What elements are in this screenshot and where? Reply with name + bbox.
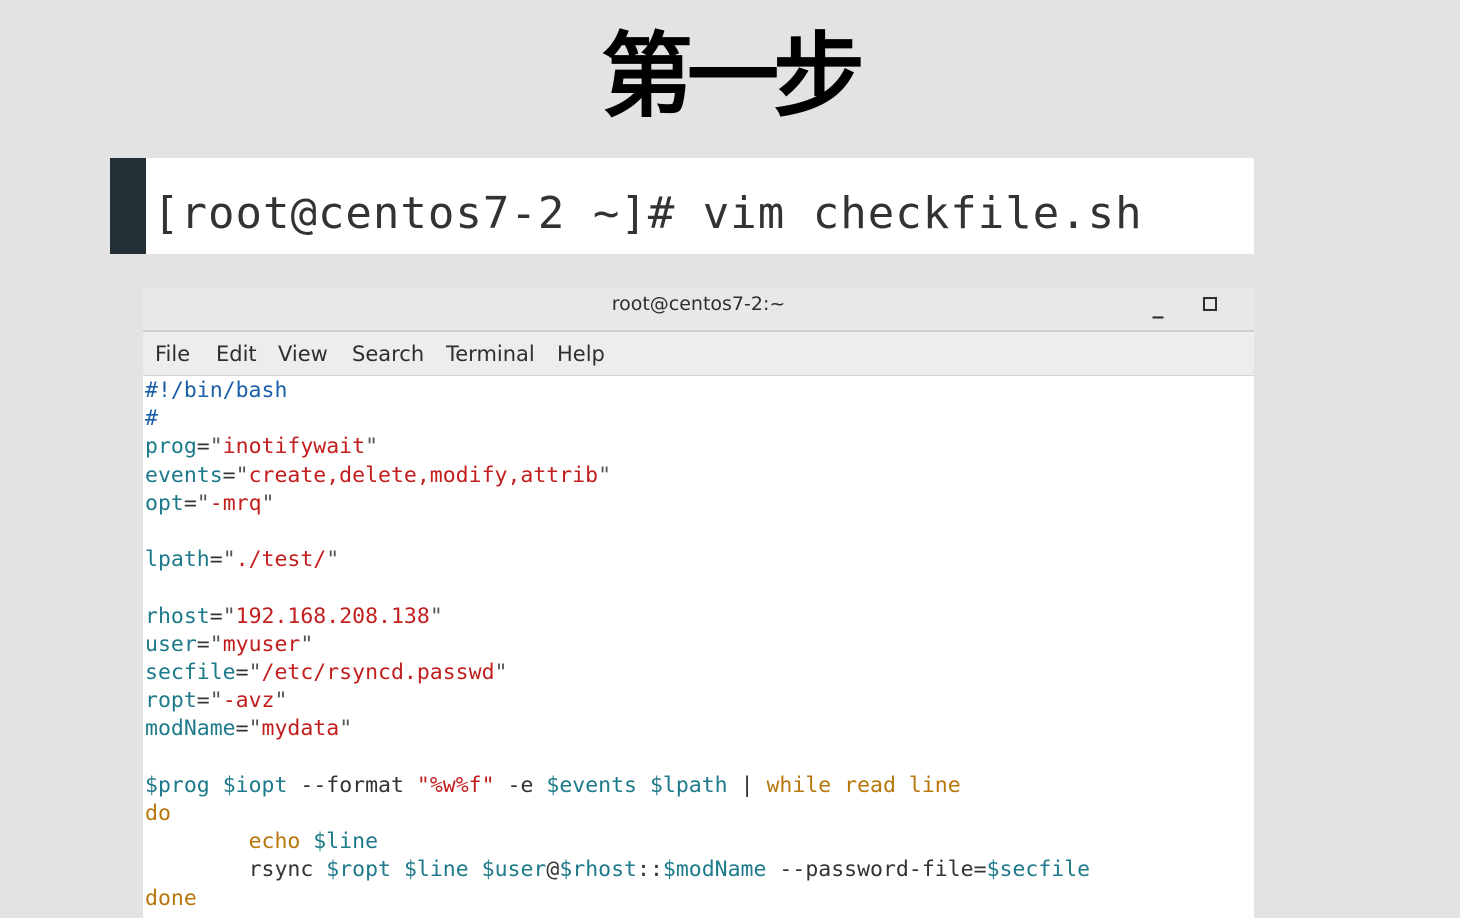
script-line: #!/bin/bash bbox=[145, 378, 288, 403]
script-line: modName="mydata" bbox=[145, 716, 353, 742]
script-line: done bbox=[145, 885, 197, 911]
menu-view[interactable]: View bbox=[278, 332, 328, 376]
menu-bar: File Edit View Search Terminal Help bbox=[143, 332, 1254, 376]
script-editor[interactable]: #!/bin/bash # prog="inotifywait" events=… bbox=[145, 377, 1090, 913]
script-line: events="create,delete,modify,attrib" bbox=[145, 462, 612, 488]
terminal-window: root@centos7-2:~ _ File Edit View Search… bbox=[143, 288, 1254, 918]
script-line: rsync $ropt $line $user@$rhost::$modName… bbox=[248, 857, 1091, 883]
script-line: ropt="-avz" bbox=[145, 688, 288, 714]
script-line: $prog $iopt --format "%w%f" -e $events $… bbox=[145, 772, 961, 798]
slide-title: 第一步 bbox=[600, 23, 865, 130]
menu-help[interactable]: Help bbox=[557, 332, 605, 376]
window-titlebar[interactable]: root@centos7-2:~ _ bbox=[143, 288, 1254, 332]
script-line: secfile="/etc/rsyncd.passwd" bbox=[145, 660, 508, 686]
menu-edit[interactable]: Edit bbox=[216, 332, 257, 376]
script-line: echo $line bbox=[248, 829, 379, 855]
window-title: root@centos7-2:~ bbox=[611, 293, 786, 315]
script-line: user="myuser" bbox=[145, 631, 314, 657]
script-line: lpath="./test/" bbox=[145, 547, 340, 573]
menu-search[interactable]: Search bbox=[352, 332, 424, 376]
maximize-icon[interactable] bbox=[1203, 297, 1217, 311]
menu-file[interactable]: File bbox=[155, 332, 190, 376]
script-line: rhost="192.168.208.138" bbox=[145, 603, 443, 629]
command-screenshot: [root@centos7-2 ~]# vim checkfile.sh bbox=[110, 158, 1254, 254]
script-line: prog="inotifywait" bbox=[145, 434, 379, 460]
script-line: do bbox=[145, 801, 171, 827]
vim-command: [root@centos7-2 ~]# vim checkfile.sh bbox=[153, 188, 1143, 239]
script-line: # bbox=[145, 406, 158, 432]
menu-terminal[interactable]: Terminal bbox=[446, 332, 535, 376]
prompt-edge-bar bbox=[110, 158, 146, 254]
script-line: opt="-mrq" bbox=[145, 490, 275, 516]
minimize-icon[interactable]: _ bbox=[1145, 294, 1171, 320]
